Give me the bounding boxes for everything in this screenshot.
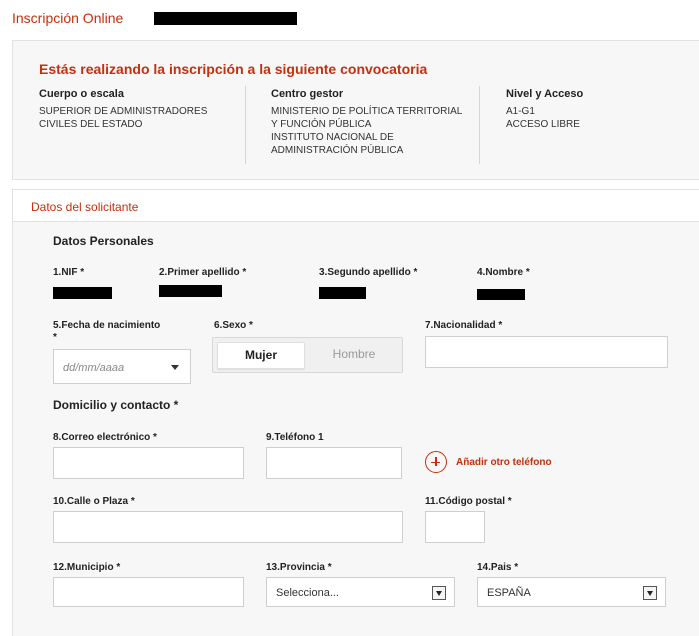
provincia-selected-value: Selecciona... xyxy=(276,587,339,599)
pais-label: 14.Pais * xyxy=(477,562,519,573)
primer-apellido-value-redacted xyxy=(159,285,222,297)
sexo-option-hombre[interactable]: Hombre xyxy=(310,342,398,369)
column-divider xyxy=(245,86,246,164)
segundo-apellido-label: 3.Segundo apellido * xyxy=(319,267,418,278)
codigo-postal-label: 11.Código postal * xyxy=(425,496,512,507)
fecha-nacimiento-label-text: 5.Fecha de nacimiento xyxy=(53,320,161,331)
pais-select[interactable]: ESPAÑA xyxy=(477,577,666,607)
cuerpo-escala-line: SUPERIOR DE ADMINISTRADORES xyxy=(39,106,208,117)
caret-down-icon[interactable] xyxy=(171,365,179,370)
correo-input[interactable] xyxy=(53,447,244,479)
required-asterisk: * xyxy=(53,332,57,343)
nacionalidad-label: 7.Nacionalidad * xyxy=(425,320,503,331)
municipio-input[interactable] xyxy=(53,577,244,607)
solicitante-header: Datos del solicitante xyxy=(13,190,699,222)
telefono-input[interactable] xyxy=(266,447,402,479)
convocatoria-heading: Estás realizando la inscripción a la sig… xyxy=(39,61,428,77)
cuerpo-escala-line: CIVILES DEL ESTADO xyxy=(39,119,143,130)
nombre-label: 4.Nombre * xyxy=(477,267,530,278)
calle-input[interactable] xyxy=(53,511,403,543)
page-title: Inscripción Online xyxy=(12,10,124,26)
plus-circle-icon[interactable] xyxy=(425,451,447,473)
add-phone-label[interactable]: Añadir otro teléfono xyxy=(456,457,552,468)
datos-personales-title: Datos Personales xyxy=(53,234,154,248)
sexo-option-mujer[interactable]: Mujer xyxy=(217,342,305,369)
nivel-acceso-line: ACCESO LIBRE xyxy=(506,119,580,130)
solicitante-title: Datos del solicitante xyxy=(31,200,139,214)
pais-selected-value: ESPAÑA xyxy=(487,587,531,599)
nif-label: 1.NIF * xyxy=(53,267,85,278)
nacionalidad-input[interactable] xyxy=(425,336,668,368)
centro-gestor-line: MINISTERIO DE POLÍTICA TERRITORIAL xyxy=(271,106,463,117)
centro-gestor-label: Centro gestor xyxy=(271,88,344,100)
fecha-nacimiento-placeholder: dd/mm/aaaa xyxy=(63,362,125,374)
nivel-acceso-label: Nivel y Acceso xyxy=(506,88,584,100)
chevron-down-icon[interactable] xyxy=(643,586,657,600)
redacted-block xyxy=(154,12,297,25)
nivel-acceso-line: A1-G1 xyxy=(506,106,535,117)
nif-value-redacted xyxy=(53,287,112,299)
primer-apellido-label: 2.Primer apellido * xyxy=(159,267,247,278)
centro-gestor-line: Y FUNCIÓN PÚBLICA xyxy=(271,119,372,130)
nivel-acceso-column: Nivel y Acceso A1-G1 ACCESO LIBRE xyxy=(506,88,583,131)
cuerpo-escala-column: Cuerpo o escala SUPERIOR DE ADMINISTRADO… xyxy=(39,88,207,131)
centro-gestor-line: INSTITUTO NACIONAL DE xyxy=(271,132,394,143)
column-divider xyxy=(479,86,480,164)
sexo-label: 6.Sexo * xyxy=(214,320,253,331)
convocatoria-panel: Estás realizando la inscripción a la sig… xyxy=(12,40,699,180)
municipio-label: 12.Municipio * xyxy=(53,562,121,573)
chevron-down-icon[interactable] xyxy=(432,586,446,600)
cuerpo-escala-label: Cuerpo o escala xyxy=(39,88,124,100)
calle-label: 10.Calle o Plaza * xyxy=(53,496,135,507)
centro-gestor-column: Centro gestor MINISTERIO DE POLÍTICA TER… xyxy=(271,88,462,157)
provincia-label: 13.Provincia * xyxy=(266,562,332,573)
nombre-value-redacted xyxy=(477,289,525,300)
fecha-nacimiento-label: 5.Fecha de nacimiento * xyxy=(53,320,160,344)
centro-gestor-line: ADMINISTRACIÓN PÚBLICA xyxy=(271,145,404,156)
domicilio-contacto-title: Domicilio y contacto * xyxy=(53,398,179,412)
sexo-toggle: Mujer Hombre xyxy=(212,337,403,373)
provincia-select[interactable]: Selecciona... xyxy=(266,577,455,607)
segundo-apellido-value-redacted xyxy=(319,287,366,299)
correo-label: 8.Correo electrónico * xyxy=(53,432,157,443)
fecha-nacimiento-input[interactable]: dd/mm/aaaa xyxy=(53,349,191,384)
telefono-label: 9.Teléfono 1 xyxy=(266,432,324,443)
codigo-postal-input[interactable] xyxy=(425,511,485,543)
